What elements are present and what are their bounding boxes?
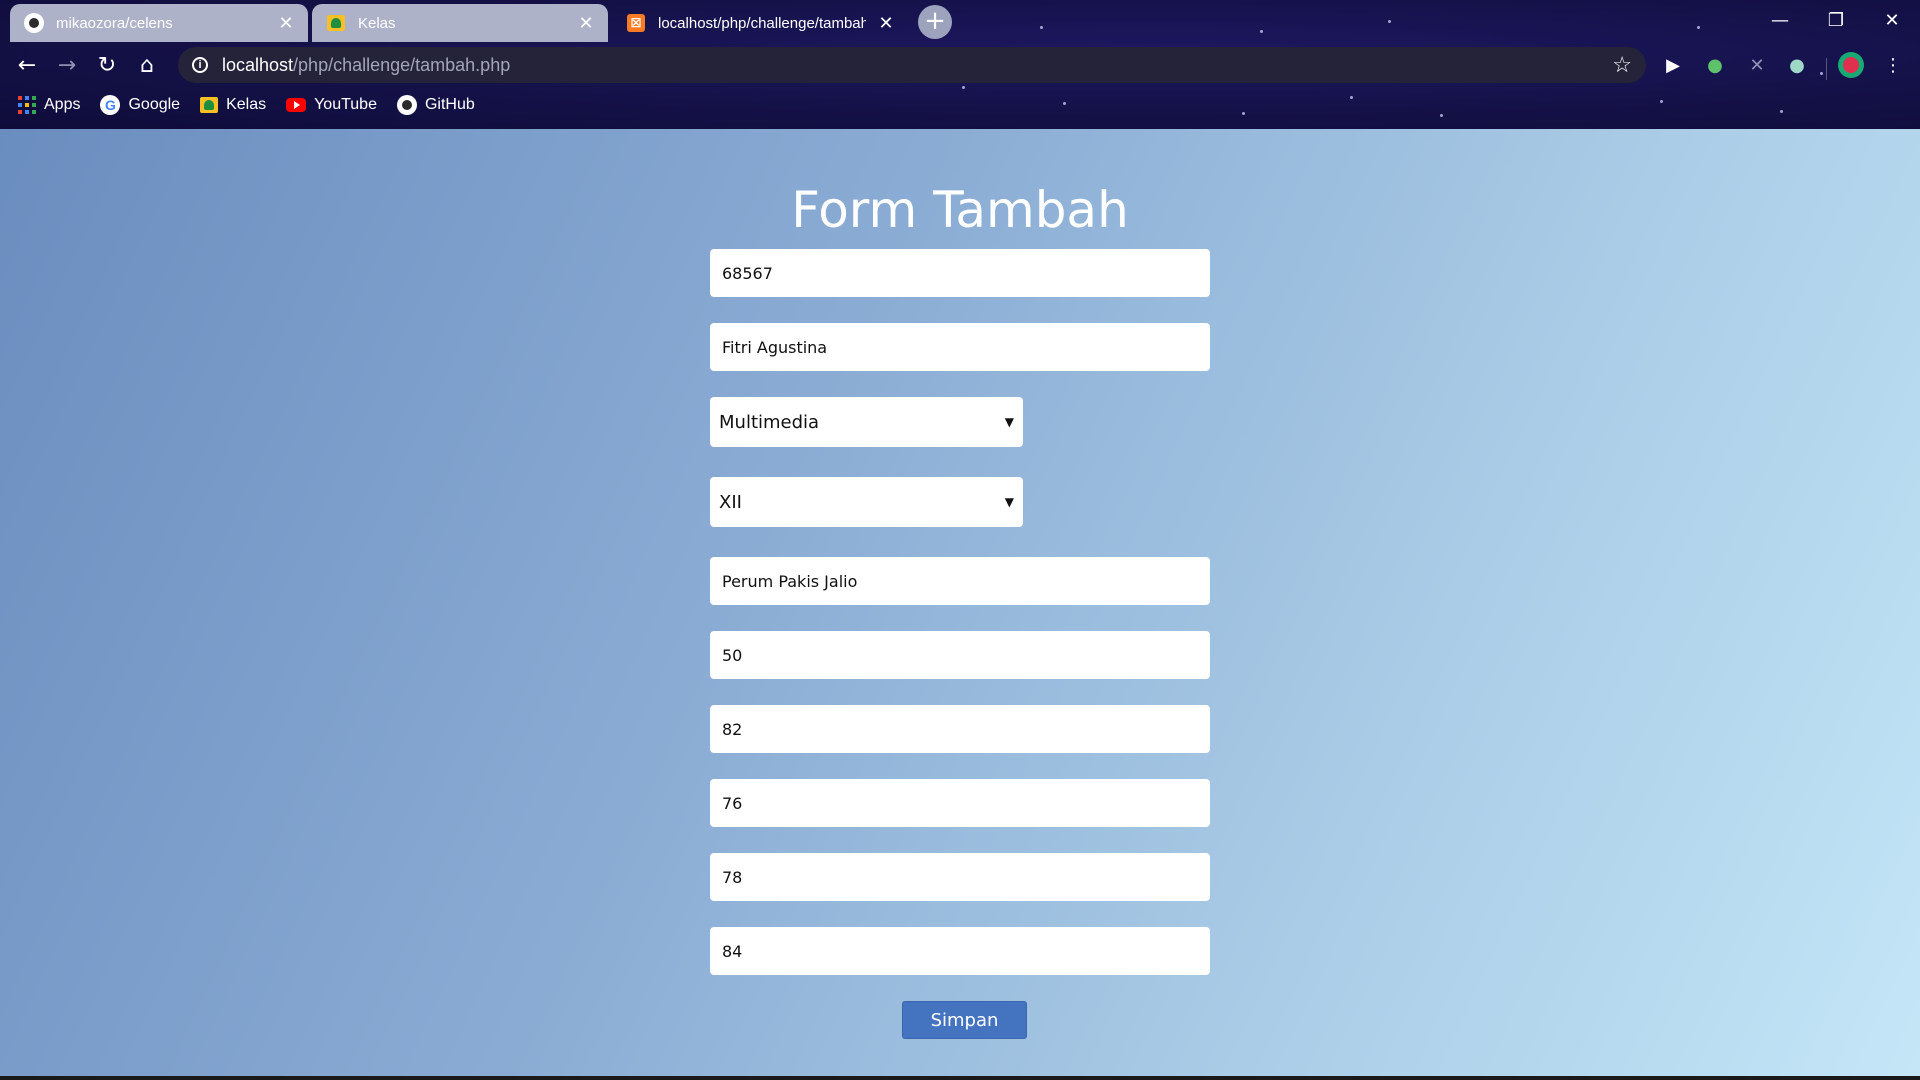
close-icon[interactable]: ✕ xyxy=(878,14,894,32)
restore-icon[interactable]: ❐ xyxy=(1808,0,1864,40)
xampp-icon: ☒ xyxy=(626,13,646,33)
new-tab-button[interactable]: + xyxy=(918,5,952,39)
youtube-icon xyxy=(286,98,307,112)
google-icon: G xyxy=(100,95,121,115)
bookmark-apps[interactable]: Apps xyxy=(18,96,80,114)
bookmark-google[interactable]: G Google xyxy=(100,95,180,115)
caret-down-icon: ▼ xyxy=(1004,495,1014,509)
jurusan-select[interactable]: Multimedia ▼ xyxy=(710,397,1023,447)
info-icon[interactable]: i xyxy=(192,57,208,73)
browser-chrome: mikaozora/celens ✕ Kelas ✕ ☒ localhost/p… xyxy=(0,0,1920,129)
address-bar[interactable]: i localhost /php/challenge/tambah.php ☆ xyxy=(178,47,1646,83)
nama-input[interactable]: Fitri Agustina xyxy=(710,323,1210,371)
nilai-input-1[interactable]: 50 xyxy=(710,631,1210,679)
tab-tambah[interactable]: ☒ localhost/php/challenge/tambah ✕ xyxy=(612,4,908,42)
tab-title: Kelas xyxy=(358,14,396,32)
apps-grid-icon xyxy=(18,96,36,114)
github-icon xyxy=(24,13,44,33)
play-extension-icon[interactable]: ▶ xyxy=(1660,52,1686,78)
bookmark-label: Apps xyxy=(44,96,81,113)
globe-extension-icon[interactable]: ● xyxy=(1702,52,1728,78)
nis-input[interactable]: 68567 xyxy=(710,249,1210,297)
tab-github[interactable]: mikaozora/celens ✕ xyxy=(10,4,308,42)
close-icon[interactable]: ✕ xyxy=(578,14,594,32)
google-classroom-icon xyxy=(200,97,219,113)
home-icon[interactable]: ⌂ xyxy=(130,48,164,82)
simpan-button[interactable]: Simpan xyxy=(902,1001,1027,1039)
bookmark-label: Kelas xyxy=(226,96,267,113)
window-controls: — ❐ ✕ xyxy=(1752,0,1920,40)
bookmarks-bar: Apps G Google Kelas YouTube GitHub xyxy=(0,90,475,120)
tab-kelas[interactable]: Kelas ✕ xyxy=(312,4,608,42)
browser-toolbar: ← → ↻ ⌂ i localhost /php/challenge/tamba… xyxy=(0,44,1920,86)
reload-icon[interactable]: ↻ xyxy=(90,48,124,82)
close-window-icon[interactable]: ✕ xyxy=(1864,0,1920,40)
toolbar-divider xyxy=(1826,58,1827,80)
github-icon xyxy=(396,95,417,115)
back-icon[interactable]: ← xyxy=(10,48,44,82)
url-host: localhost xyxy=(222,54,294,75)
bookmark-star-icon[interactable]: ☆ xyxy=(1612,52,1632,78)
page-content: Form Tambah 68567 Fitri Agustina Multime… xyxy=(0,129,1920,1076)
url-path: /php/challenge/tambah.php xyxy=(293,54,511,75)
x-extension-icon[interactable]: ✕ xyxy=(1744,52,1770,78)
nilai-input-4[interactable]: 78 xyxy=(710,853,1210,901)
select-value: XII xyxy=(719,491,742,513)
nilai-input-3[interactable]: 76 xyxy=(710,779,1210,827)
tab-title: localhost/php/challenge/tambah xyxy=(658,14,866,32)
menu-kebab-icon[interactable]: ⋮ xyxy=(1880,52,1906,78)
google-classroom-icon xyxy=(326,13,346,33)
bookmark-label: Google xyxy=(128,96,181,113)
nilai-input-2[interactable]: 82 xyxy=(710,705,1210,753)
minimize-icon[interactable]: — xyxy=(1752,0,1808,40)
bookmark-youtube[interactable]: YouTube xyxy=(286,96,377,114)
bottom-edge xyxy=(0,1076,1920,1080)
forward-icon[interactable]: → xyxy=(50,48,84,82)
nilai-input-5[interactable]: 84 xyxy=(710,927,1210,975)
bookmark-label: GitHub xyxy=(424,96,475,113)
select-value: Multimedia xyxy=(719,411,820,433)
page-title: Form Tambah xyxy=(791,181,1129,239)
bookmark-label: YouTube xyxy=(314,96,377,113)
tab-strip: mikaozora/celens ✕ Kelas ✕ ☒ localhost/p… xyxy=(0,0,1920,42)
cat-extension-icon[interactable]: ● xyxy=(1784,52,1810,78)
alamat-input[interactable]: Perum Pakis Jalio xyxy=(710,557,1210,605)
bookmark-github[interactable]: GitHub xyxy=(396,95,475,115)
close-icon[interactable]: ✕ xyxy=(278,14,294,32)
caret-down-icon: ▼ xyxy=(1004,415,1014,429)
profile-avatar[interactable] xyxy=(1838,52,1864,78)
tab-title: mikaozora/celens xyxy=(56,14,173,32)
kelas-select[interactable]: XII ▼ xyxy=(710,477,1023,527)
bookmark-kelas[interactable]: Kelas xyxy=(200,96,266,114)
